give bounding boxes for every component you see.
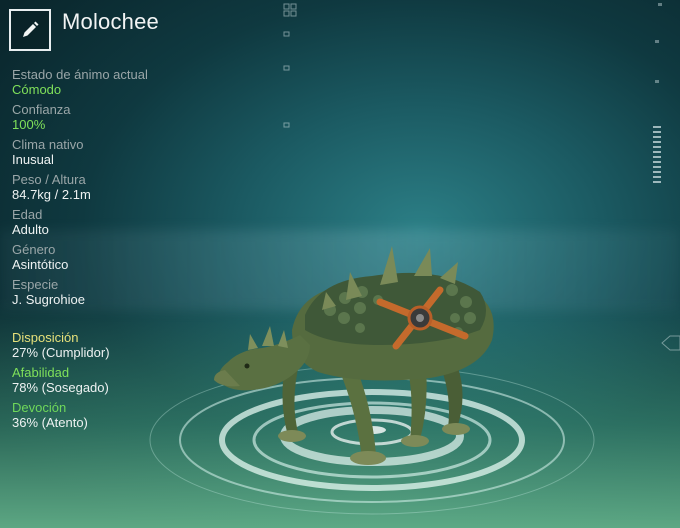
trait-disposition: Disposición 27% (Cumplidor): [12, 330, 232, 361]
trait-value: 27% (Cumplidor): [12, 345, 110, 360]
trait-devotion: Devoción 36% (Atento): [12, 400, 232, 431]
stat-climate: Clima nativo Inusual: [12, 137, 232, 168]
stat-label: Peso / Altura: [12, 172, 86, 187]
stat-label: Clima nativo: [12, 137, 84, 152]
creature-name: Molochee: [62, 9, 159, 34]
trait-label: Disposición: [12, 330, 79, 345]
trait-label: Afabilidad: [12, 365, 70, 380]
traits-panel: Disposición 27% (Cumplidor) Afabilidad 7…: [12, 330, 232, 435]
trait-value: 78% (Sosegado): [12, 380, 109, 395]
stat-label: Especie: [12, 277, 59, 292]
stat-value: J. Sugrohioe: [12, 292, 85, 307]
header: Molochee: [9, 9, 159, 51]
trait-label: Devoción: [12, 400, 67, 415]
stat-trust: Confianza 100%: [12, 102, 232, 133]
stat-value: Cómodo: [12, 82, 62, 97]
edit-name-button[interactable]: [9, 9, 51, 51]
trait-affability: Afabilidad 78% (Sosegado): [12, 365, 232, 396]
stat-label: Edad: [12, 207, 43, 222]
stat-weight-height: Peso / Altura 84.7kg / 2.1m: [12, 172, 232, 203]
stat-value: 100%: [12, 117, 46, 132]
stat-value: 84.7kg / 2.1m: [12, 187, 91, 202]
stats-panel: Estado de ánimo actual Cómodo Confianza …: [12, 67, 232, 312]
stat-mood: Estado de ánimo actual Cómodo: [12, 67, 232, 98]
stat-label: Confianza: [12, 102, 71, 117]
stat-age: Edad Adulto: [12, 207, 232, 238]
stat-label: Género: [12, 242, 56, 257]
pencil-icon: [23, 21, 39, 37]
stat-value: Asintótico: [12, 257, 69, 272]
stat-gender: Género Asintótico: [12, 242, 232, 273]
stat-value: Adulto: [12, 222, 49, 237]
trait-value: 36% (Atento): [12, 415, 88, 430]
stat-label: Estado de ánimo actual: [12, 67, 148, 82]
hud-deco-right: [653, 3, 662, 183]
stat-value: Inusual: [12, 152, 54, 167]
stat-species: Especie J. Sugrohioe: [12, 277, 232, 308]
hex-deco: [661, 335, 680, 351]
hud-deco-center: [283, 3, 297, 128]
